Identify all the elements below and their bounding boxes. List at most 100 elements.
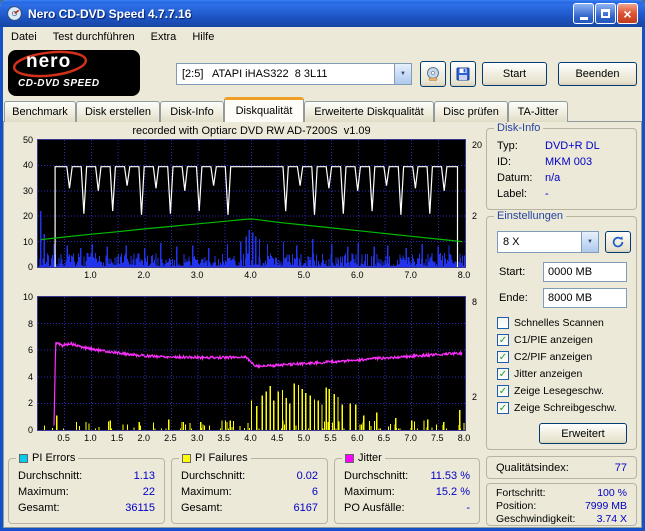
stat-row: Gesamt: 36115 — [18, 502, 155, 514]
menu-datei[interactable]: Datei — [3, 29, 45, 45]
x-axis-tick-label: 4.0 — [244, 433, 257, 443]
checkbox-zeige-schreibgeschw[interactable]: ✓ Zeige Schreibgeschw. — [497, 401, 617, 415]
tab-label: Erweiterte Diskqualität — [314, 106, 424, 118]
x-axis-tick-label: 5.0 — [297, 433, 311, 443]
speed-selector[interactable]: 8 X ▼ — [497, 231, 599, 253]
jitter-chart-left-axis: 0 2 4 6 8 10 — [8, 292, 35, 435]
disk-info-group: Disk-Info Typ: DVD+R DL ID: MKM 003 Datum:… — [486, 122, 637, 210]
tab-label: Diskqualität — [235, 105, 293, 117]
start-button[interactable]: Start — [482, 62, 547, 86]
menu-bar: Datei Test durchführen Extra Hilfe — [3, 27, 642, 47]
checkbox-c2-pif-anzeigen[interactable]: ✓ C2/PIF anzeigen — [497, 350, 592, 364]
right-axis-tick-label: 20 — [472, 140, 483, 151]
pi-errors-stats-title: PI Errors — [16, 452, 79, 464]
title-bar[interactable]: Nero CD-DVD Speed 4.7.7.16 × — [0, 0, 645, 27]
x-axis-tick-label: 8.0 — [457, 433, 471, 443]
maximize-icon — [601, 9, 610, 18]
nero-logo: nero CD-DVD SPEED — [8, 50, 140, 96]
refresh-icon — [612, 236, 624, 248]
checkbox-label: Zeige Lesegeschw. — [514, 385, 604, 397]
tab-diskqualitaet[interactable]: Diskqualität — [224, 97, 304, 122]
row-label: ID: — [497, 156, 512, 168]
tab-label: Disc prüfen — [443, 106, 499, 118]
close-button[interactable]: × — [617, 3, 638, 24]
tab-disc-pruefen[interactable]: Disc prüfen — [434, 101, 508, 122]
maximize-button[interactable] — [595, 3, 616, 24]
checkbox-box: ✓ — [497, 368, 509, 380]
row-value: - — [545, 188, 549, 200]
tab-erweiterte-diskqualitaet[interactable]: Erweiterte Diskqualität — [304, 101, 434, 122]
y-axis-tick-label: 4 — [27, 371, 33, 382]
checkbox-schnelles-scannen[interactable]: Schnelles Scannen — [497, 316, 604, 330]
y-axis-tick-label: 30 — [22, 185, 33, 196]
app-icon — [6, 5, 23, 22]
progress-value: 3.74 X — [596, 513, 627, 525]
pi-failures-stats-group: PI Failures Durchschnitt: 0.02 Maximum: 6 … — [171, 452, 328, 524]
x-axis-tick-label: 6.5 — [377, 433, 391, 443]
quality-index-value: 77 — [614, 461, 627, 474]
pi-errors-chart — [37, 139, 466, 268]
exit-button[interactable]: Beenden — [558, 62, 637, 86]
pi-failures-legend-icon — [182, 453, 191, 463]
minimize-button[interactable] — [573, 3, 594, 24]
x-axis-tick-label: 1.5 — [110, 433, 124, 443]
checkbox-box: ✓ — [497, 351, 509, 363]
save-button[interactable] — [450, 61, 476, 87]
stat-value: 6 — [311, 486, 318, 498]
y-axis-tick-label: 2 — [27, 398, 33, 409]
drive-selector[interactable]: [2:5] ATAPI iHAS322 8 3L11 ▼ — [176, 63, 412, 85]
checkbox-box: ✓ — [497, 385, 509, 397]
y-axis-tick-label: 10 — [22, 292, 33, 302]
menu-test-durchfuehren[interactable]: Test durchführen — [45, 29, 143, 45]
advanced-button-label: Erweitert — [561, 427, 605, 440]
progress-row: Geschwindigkeit: 3.74 X — [496, 513, 627, 525]
quality-index-panel: Qualitätsindex: 77 — [486, 456, 637, 479]
x-axis-tick-label: 6.0 — [350, 433, 364, 443]
stat-row: Durchschnitt: 1.13 — [18, 470, 155, 482]
group-title-text: PI Errors — [32, 452, 76, 464]
dropdown-arrow-icon[interactable]: ▼ — [394, 64, 411, 84]
checkbox-label: Schnelles Scannen — [514, 317, 604, 329]
progress-panel: Fortschritt: 100 % Position: 7999 MB Gesch… — [486, 483, 637, 526]
checkbox-zeige-lesegeschw[interactable]: ✓ Zeige Lesegeschw. — [497, 384, 604, 398]
pi-errors-chart-canvas — [38, 140, 465, 267]
chart-header: recorded with Optiarc DVD RW AD-7200S v1… — [132, 125, 371, 137]
stat-value: 1.13 — [133, 470, 155, 482]
jitter-stats-group: Jitter Durchschnitt: 11.53 % Maximum: 15.2… — [334, 452, 480, 524]
tab-benchmark[interactable]: Benchmark — [4, 101, 76, 122]
checkbox-c1-pie-anzeigen[interactable]: ✓ C1/PIE anzeigen — [497, 333, 593, 347]
x-axis-tick-label: 6.0 — [350, 270, 364, 280]
row-label: Label: — [497, 188, 527, 200]
group-title-text: PI Failures — [195, 452, 248, 464]
right-axis-tick-label: 2 — [472, 211, 478, 222]
stat-label: Gesamt: — [181, 502, 223, 514]
tab-ta-jitter[interactable]: TA-Jitter — [508, 101, 568, 122]
end-label: Ende: — [499, 292, 528, 304]
start-label: Start: — [499, 266, 526, 278]
tab-disk-erstellen[interactable]: Disk erstellen — [76, 101, 160, 122]
speed-dropdown-arrow-icon[interactable]: ▼ — [581, 232, 598, 252]
stat-label: Durchschnitt: — [181, 470, 246, 482]
refresh-speeds-button[interactable] — [605, 231, 631, 253]
menu-hilfe[interactable]: Hilfe — [184, 29, 222, 45]
x-axis-tick-label: 5.0 — [297, 270, 311, 280]
end-position-value: 8000 MB — [548, 292, 593, 304]
x-axis-tick-label: 7.0 — [404, 433, 417, 443]
jitter-legend-icon — [345, 453, 354, 463]
y-axis-tick-label: 0 — [27, 262, 33, 272]
checkbox-jitter-anzeigen[interactable]: ✓ Jitter anzeigen — [497, 367, 582, 381]
advanced-button[interactable]: Erweitert — [539, 423, 627, 444]
stat-row: Maximum: 6 — [181, 486, 318, 498]
stat-value: 36115 — [125, 502, 155, 514]
x-axis-tick-label: 2.5 — [164, 433, 177, 443]
speed-value: 8 X — [503, 236, 520, 248]
checkbox-box: ✓ — [497, 402, 509, 414]
start-position-input[interactable]: 0000 MB — [543, 262, 627, 282]
logo-brand-text: nero — [26, 51, 72, 72]
tab-disk-info[interactable]: Disk-Info — [160, 101, 224, 122]
window-title: Nero CD-DVD Speed 4.7.7.16 — [28, 6, 192, 21]
checkbox-box — [497, 317, 509, 329]
menu-extra[interactable]: Extra — [143, 29, 185, 45]
load-disc-button[interactable] — [420, 61, 446, 87]
end-position-input[interactable]: 8000 MB — [543, 288, 627, 308]
